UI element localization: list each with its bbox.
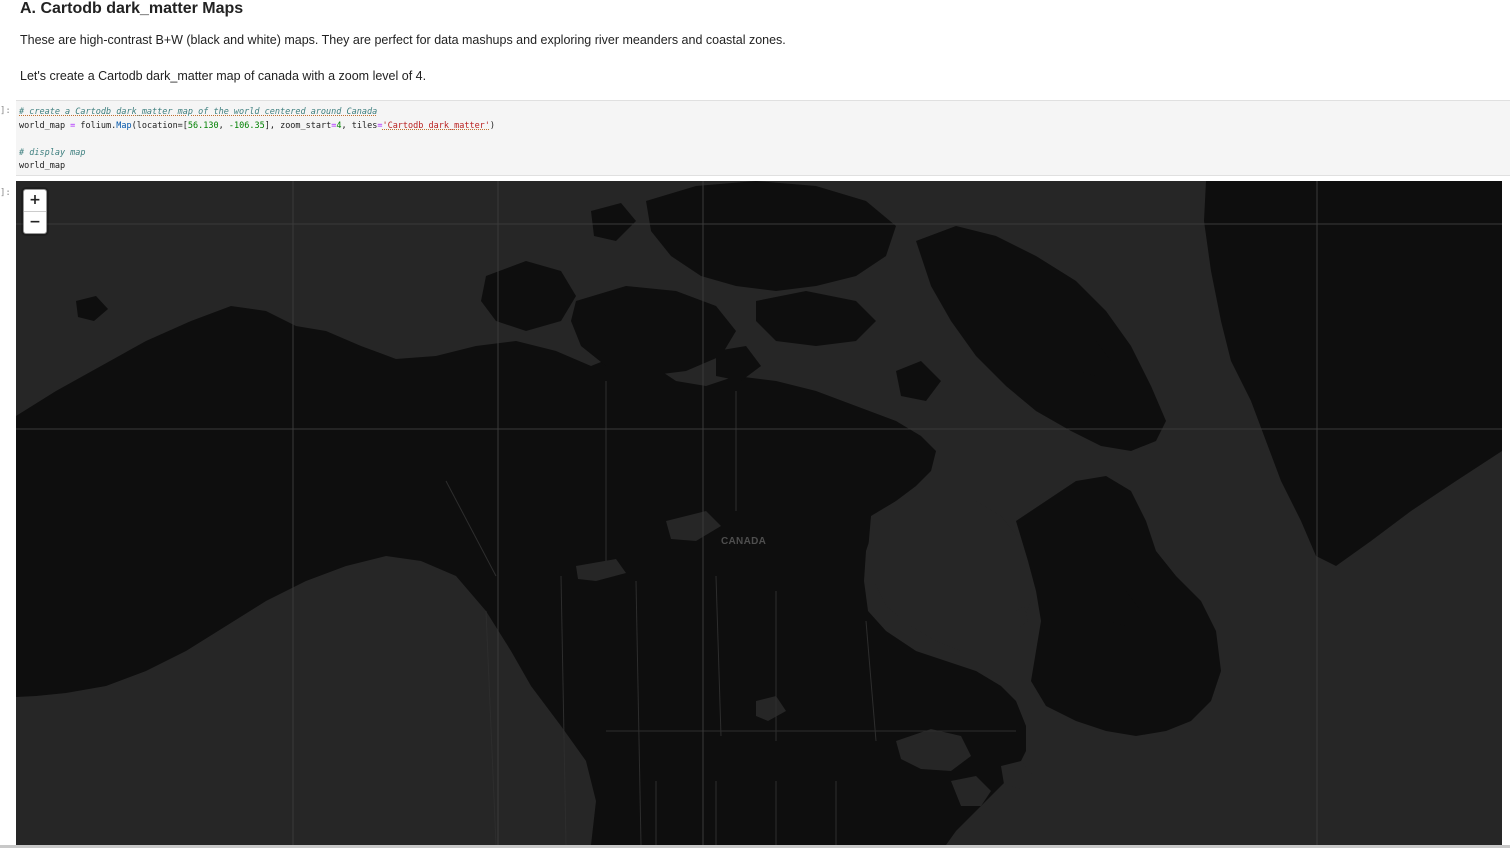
code-cell[interactable]: # create a Cartodb dark_matter map of th… xyxy=(16,100,1510,176)
code-assign: = xyxy=(65,120,81,131)
code-comment: # create a Cartodb dark_matter map of th… xyxy=(19,107,378,117)
code-cell-prompt: ]: xyxy=(0,106,11,116)
code-map-line: world_map = folium.Map(location=[56.130,… xyxy=(19,120,1510,134)
code-args-open: (location=[ xyxy=(131,120,188,131)
code-tiles-kw: , tiles xyxy=(341,120,378,131)
markdown-paragraph-intro: These are high-contrast B+W (black and w… xyxy=(20,33,786,47)
code-sep: , xyxy=(218,120,229,131)
markdown-heading: A. Cartodb dark_matter Maps xyxy=(20,0,244,17)
code-module: folium xyxy=(80,120,112,131)
folium-map[interactable]: + − CANADA xyxy=(16,181,1502,845)
map-label-canada: CANADA xyxy=(721,536,767,547)
code-tiles-value: 'Cartodb dark_matter' xyxy=(382,120,490,131)
code-display-line: world_map xyxy=(19,160,1510,174)
output-cell-prompt: ]: xyxy=(0,188,11,198)
markdown-paragraph-task: Let's create a Cartodb dark_matter map o… xyxy=(20,69,427,83)
map-tiles xyxy=(16,181,1502,845)
code-lat: 56.130 xyxy=(187,120,219,131)
code-display: world_map xyxy=(19,161,66,171)
code-class: Map xyxy=(116,120,132,131)
code-args-close: ) xyxy=(489,120,496,131)
code-comment-2: # display map xyxy=(19,147,86,158)
code-args-mid: ], zoom_start xyxy=(264,120,332,131)
code-var: world_map xyxy=(19,120,66,131)
code-comment-line-2: # display map xyxy=(19,147,1510,161)
zoom-control: + − xyxy=(23,189,47,234)
code-comment-line: # create a Cartodb dark_matter map of th… xyxy=(19,106,1510,120)
code-lon: -106.35 xyxy=(228,120,265,131)
zoom-out-button[interactable]: − xyxy=(24,211,46,233)
zoom-in-button[interactable]: + xyxy=(24,190,46,211)
